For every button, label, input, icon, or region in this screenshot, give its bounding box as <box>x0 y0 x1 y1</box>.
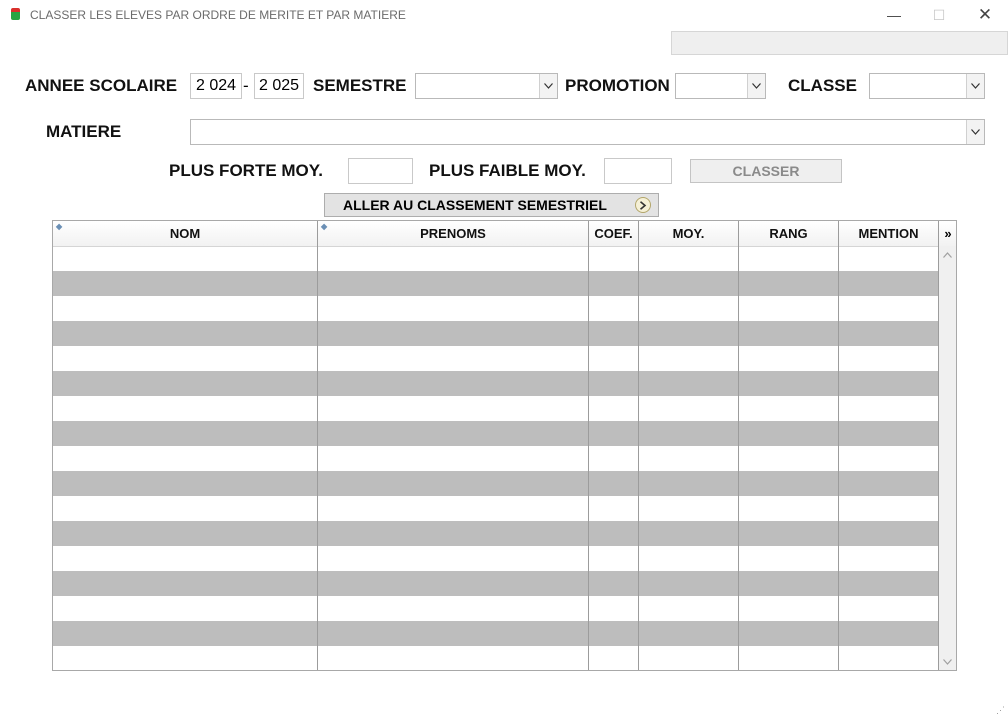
plus-forte-moy-field[interactable] <box>348 158 413 184</box>
column-header-rang[interactable]: RANG <box>739 221 839 246</box>
table-row[interactable] <box>53 521 939 546</box>
grid-header: ◆ NOM ◆ PRENOMS COEF. MOY. RANG MENTION … <box>53 221 956 247</box>
more-columns-button[interactable]: » <box>940 221 956 246</box>
aller-classement-label: ALLER AU CLASSEMENT SEMESTRIEL <box>343 197 607 213</box>
column-divider <box>638 221 639 670</box>
annee-scolaire-label: ANNEE SCOLAIRE <box>25 76 178 95</box>
chevron-down-icon[interactable] <box>966 74 984 98</box>
arrow-right-icon <box>635 197 651 213</box>
minimize-button[interactable]: — <box>871 0 917 30</box>
classement-grid[interactable]: ◆ NOM ◆ PRENOMS COEF. MOY. RANG MENTION … <box>52 220 957 671</box>
column-header-label: RANG <box>769 226 808 241</box>
column-divider <box>588 221 589 670</box>
plus-faible-moy-field[interactable] <box>604 158 672 184</box>
promotion-label: PROMOTION <box>565 76 670 95</box>
table-row[interactable] <box>53 621 939 646</box>
scroll-up-icon[interactable] <box>939 246 956 263</box>
semestre-label: SEMESTRE <box>313 76 407 95</box>
annee-separator: - <box>243 76 249 95</box>
close-button[interactable]: ✕ <box>962 0 1008 30</box>
classe-label: CLASSE <box>788 76 857 95</box>
table-row[interactable] <box>53 346 939 371</box>
column-header-label: NOM <box>169 226 201 241</box>
table-row[interactable] <box>53 246 939 271</box>
plus-faible-moy-label: PLUS FAIBLE MOY. <box>429 161 586 180</box>
vertical-scrollbar[interactable] <box>939 246 956 670</box>
table-row[interactable] <box>53 271 939 296</box>
window-title: CLASSER LES ELEVES PAR ORDRE DE MERITE E… <box>30 8 406 22</box>
column-divider <box>317 221 318 670</box>
column-header-prenoms[interactable]: ◆ PRENOMS <box>318 221 589 246</box>
column-header-mention[interactable]: MENTION <box>839 221 939 246</box>
table-row[interactable] <box>53 371 939 396</box>
table-row[interactable] <box>53 646 939 670</box>
top-panel-strip <box>671 31 1008 55</box>
chevron-down-icon[interactable] <box>539 74 557 98</box>
annee-end-field[interactable]: 2 025 <box>254 73 304 99</box>
semestre-combo[interactable] <box>415 73 558 99</box>
table-row[interactable] <box>53 596 939 621</box>
sort-icon: ◆ <box>56 222 63 231</box>
column-header-coef[interactable]: COEF. <box>589 221 639 246</box>
app-icon <box>11 8 20 20</box>
resize-grip-icon[interactable]: ⋰ <box>996 705 1005 716</box>
table-row[interactable] <box>53 496 939 521</box>
maximize-button[interactable]: ☐ <box>916 0 962 30</box>
sort-icon: ◆ <box>321 222 328 231</box>
matiere-combo[interactable] <box>190 119 985 145</box>
matiere-label: MATIERE <box>46 122 122 141</box>
plus-forte-moy-label: PLUS FORTE MOY. <box>169 161 323 180</box>
table-row[interactable] <box>53 546 939 571</box>
chevron-down-icon[interactable] <box>747 74 765 98</box>
classe-combo[interactable] <box>869 73 985 99</box>
annee-start-field[interactable]: 2 024 <box>190 73 242 99</box>
column-header-nom[interactable]: ◆ NOM <box>53 221 318 246</box>
table-row[interactable] <box>53 396 939 421</box>
scroll-down-icon[interactable] <box>939 653 956 670</box>
table-row[interactable] <box>53 421 939 446</box>
table-row[interactable] <box>53 446 939 471</box>
column-header-moy[interactable]: MOY. <box>639 221 739 246</box>
table-row[interactable] <box>53 571 939 596</box>
table-row[interactable] <box>53 321 939 346</box>
column-header-label: PRENOMS <box>420 226 486 241</box>
aller-classement-semestriel-button[interactable]: ALLER AU CLASSEMENT SEMESTRIEL <box>324 193 659 217</box>
column-divider <box>738 221 739 670</box>
table-row[interactable] <box>53 296 939 321</box>
column-header-label: MOY. <box>672 226 705 241</box>
classer-button[interactable]: CLASSER <box>690 159 842 183</box>
column-header-label: MENTION <box>858 226 919 241</box>
column-header-label: COEF. <box>594 226 633 241</box>
promotion-combo[interactable] <box>675 73 766 99</box>
table-row[interactable] <box>53 471 939 496</box>
column-divider <box>838 221 839 670</box>
chevron-down-icon[interactable] <box>966 120 984 144</box>
